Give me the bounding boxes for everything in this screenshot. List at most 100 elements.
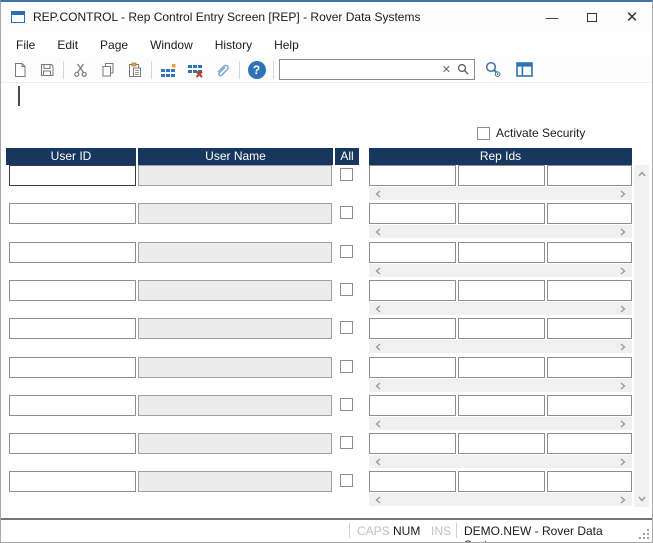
- menu-file[interactable]: File: [5, 35, 46, 55]
- rep-ids-horizontal-scrollbar[interactable]: [369, 417, 632, 430]
- scroll-left-icon[interactable]: [374, 189, 382, 199]
- rep-id-input-3[interactable]: [547, 471, 632, 492]
- rep-id-input-2[interactable]: [458, 471, 545, 492]
- scroll-left-icon[interactable]: [374, 381, 382, 391]
- user-id-input[interactable]: [9, 357, 136, 378]
- user-id-input[interactable]: [9, 242, 136, 263]
- rep-id-input-2[interactable]: [458, 433, 545, 454]
- scroll-left-icon[interactable]: [374, 495, 382, 505]
- all-checkbox[interactable]: [340, 245, 353, 258]
- rep-id-input-1[interactable]: [369, 395, 456, 416]
- rep-ids-horizontal-scrollbar[interactable]: [369, 225, 632, 238]
- menu-history[interactable]: History: [204, 35, 263, 55]
- rep-id-input-1[interactable]: [369, 280, 456, 301]
- paste-button[interactable]: [121, 58, 148, 81]
- scroll-down-icon[interactable]: [634, 491, 649, 506]
- vertical-scrollbar[interactable]: [634, 165, 649, 507]
- rep-id-input-1[interactable]: [369, 318, 456, 339]
- all-checkbox[interactable]: [340, 283, 353, 296]
- all-checkbox[interactable]: [340, 398, 353, 411]
- rep-id-input-2[interactable]: [458, 395, 545, 416]
- rep-id-input-2[interactable]: [458, 318, 545, 339]
- menu-window[interactable]: Window: [139, 35, 204, 55]
- insert-row-button[interactable]: [155, 58, 182, 81]
- user-id-input[interactable]: [9, 280, 136, 301]
- scroll-right-icon[interactable]: [619, 419, 627, 429]
- rep-id-input-3[interactable]: [547, 318, 632, 339]
- rep-id-input-2[interactable]: [458, 203, 545, 224]
- all-checkbox[interactable]: [340, 474, 353, 487]
- rep-id-input-1[interactable]: [369, 203, 456, 224]
- rep-ids-horizontal-scrollbar[interactable]: [369, 340, 632, 353]
- maximize-button[interactable]: [572, 2, 612, 32]
- scroll-right-icon[interactable]: [619, 227, 627, 237]
- user-id-input[interactable]: [9, 471, 136, 492]
- user-id-input[interactable]: [9, 165, 136, 186]
- search-clear-icon[interactable]: ✕: [442, 63, 451, 76]
- all-checkbox[interactable]: [340, 436, 353, 449]
- all-checkbox[interactable]: [340, 206, 353, 219]
- rep-ids-horizontal-scrollbar[interactable]: [369, 455, 632, 468]
- rep-id-input-1[interactable]: [369, 357, 456, 378]
- rep-id-input-3[interactable]: [547, 242, 632, 263]
- scroll-left-icon[interactable]: [374, 266, 382, 276]
- scroll-right-icon[interactable]: [619, 342, 627, 352]
- menu-help[interactable]: Help: [263, 35, 310, 55]
- rep-id-input-3[interactable]: [547, 280, 632, 301]
- scroll-right-icon[interactable]: [619, 457, 627, 467]
- rep-id-input-1[interactable]: [369, 242, 456, 263]
- rep-id-input-3[interactable]: [547, 433, 632, 454]
- scroll-left-icon[interactable]: [374, 457, 382, 467]
- all-checkbox[interactable]: [340, 360, 353, 373]
- scroll-left-icon[interactable]: [374, 227, 382, 237]
- scroll-right-icon[interactable]: [619, 381, 627, 391]
- menu-page[interactable]: Page: [89, 35, 139, 55]
- help-button[interactable]: ?: [243, 58, 270, 81]
- scroll-right-icon[interactable]: [619, 266, 627, 276]
- scroll-right-icon[interactable]: [619, 189, 627, 199]
- rep-id-input-3[interactable]: [547, 165, 632, 186]
- resize-grip[interactable]: [639, 529, 650, 540]
- search-icon[interactable]: [457, 63, 470, 76]
- new-document-button[interactable]: [6, 58, 33, 81]
- rep-id-input-1[interactable]: [369, 165, 456, 186]
- user-id-input[interactable]: [9, 395, 136, 416]
- rep-ids-horizontal-scrollbar[interactable]: [369, 264, 632, 277]
- minimize-button[interactable]: —: [532, 2, 572, 32]
- cut-button[interactable]: [67, 58, 94, 81]
- copy-button[interactable]: [94, 58, 121, 81]
- user-id-input[interactable]: [9, 203, 136, 224]
- grid-layout-button[interactable]: [511, 58, 538, 81]
- scroll-left-icon[interactable]: [374, 342, 382, 352]
- user-id-input[interactable]: [9, 433, 136, 454]
- save-button[interactable]: [33, 58, 60, 81]
- rep-id-input-1[interactable]: [369, 471, 456, 492]
- rep-id-input-3[interactable]: [547, 395, 632, 416]
- rep-id-input-3[interactable]: [547, 357, 632, 378]
- all-checkbox[interactable]: [340, 168, 353, 181]
- scroll-up-icon[interactable]: [634, 166, 649, 181]
- search-input[interactable]: [284, 62, 442, 78]
- activate-security-checkbox[interactable]: [477, 127, 490, 140]
- rep-id-input-3[interactable]: [547, 203, 632, 224]
- all-checkbox[interactable]: [340, 321, 353, 334]
- user-id-input[interactable]: [9, 318, 136, 339]
- rep-id-input-2[interactable]: [458, 357, 545, 378]
- rep-id-input-2[interactable]: [458, 280, 545, 301]
- delete-row-button[interactable]: [182, 58, 209, 81]
- rep-ids-horizontal-scrollbar[interactable]: [369, 379, 632, 392]
- record-lookup-button[interactable]: [480, 58, 507, 81]
- rep-id-input-2[interactable]: [458, 165, 545, 186]
- close-button[interactable]: ✕: [612, 2, 652, 32]
- scroll-right-icon[interactable]: [619, 495, 627, 505]
- scroll-left-icon[interactable]: [374, 304, 382, 314]
- rep-ids-horizontal-scrollbar[interactable]: [369, 302, 632, 315]
- scroll-right-icon[interactable]: [619, 304, 627, 314]
- rep-ids-horizontal-scrollbar[interactable]: [369, 187, 632, 200]
- menu-edit[interactable]: Edit: [46, 35, 89, 55]
- attachment-button[interactable]: [209, 58, 236, 81]
- rep-ids-horizontal-scrollbar[interactable]: [369, 493, 632, 506]
- rep-id-input-1[interactable]: [369, 433, 456, 454]
- rep-id-input-2[interactable]: [458, 242, 545, 263]
- scroll-left-icon[interactable]: [374, 419, 382, 429]
